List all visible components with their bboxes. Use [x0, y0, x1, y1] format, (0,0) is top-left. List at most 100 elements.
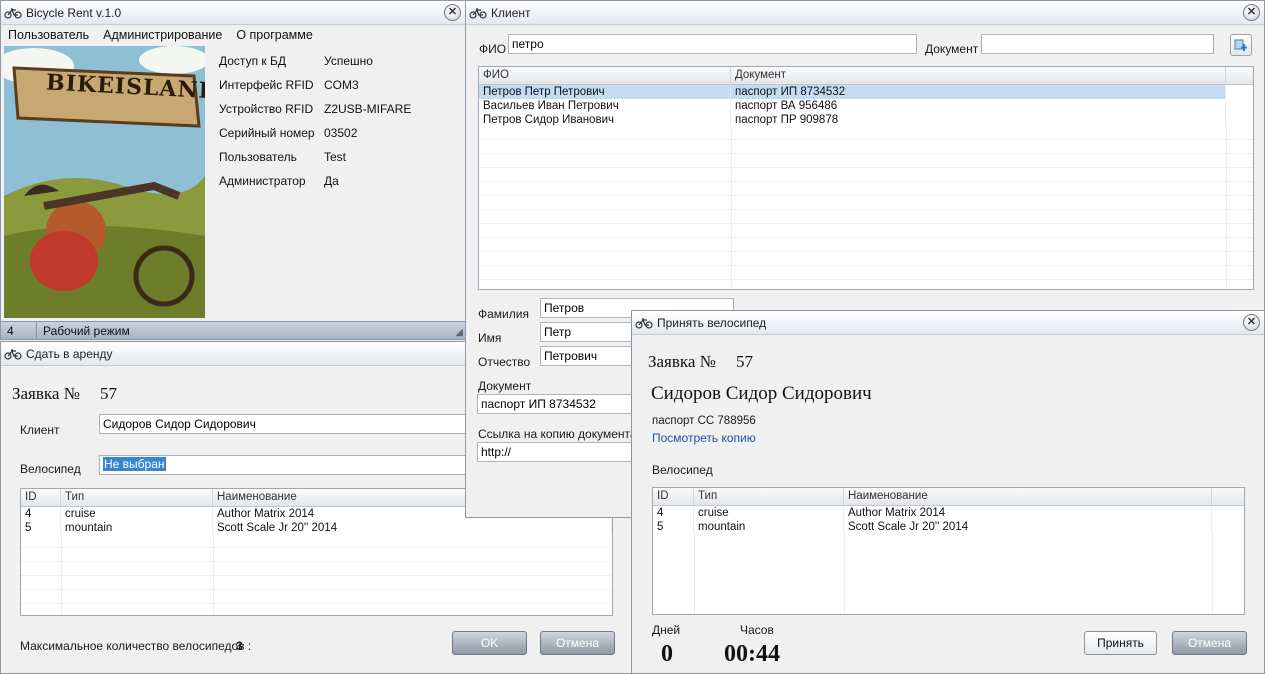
- info-user-value: Test: [324, 150, 347, 164]
- info-serial-label: Серийный номер: [219, 126, 315, 140]
- accept-button[interactable]: Принять: [1084, 631, 1157, 655]
- client-doc-search-input[interactable]: [981, 34, 1214, 54]
- col-id[interactable]: ID: [21, 489, 61, 506]
- col-name[interactable]: Наименование: [844, 488, 1212, 505]
- accept-order-number: 57: [736, 352, 753, 371]
- cell-id: 4: [653, 506, 694, 520]
- rent-order-number: 57: [100, 384, 117, 403]
- rent-bike-label: Велосипед: [20, 462, 81, 476]
- cell-id: 5: [653, 520, 694, 534]
- client-fio-label: ФИО: [479, 42, 507, 56]
- info-rfid-device-label: Устройство RFID: [219, 102, 314, 116]
- bicycle-icon: [635, 317, 653, 329]
- main-close-button[interactable]: ✕: [444, 4, 461, 21]
- rent-max-value: 3: [236, 639, 243, 653]
- info-rfid-device-value: Z2USB-MIFARE: [324, 102, 412, 116]
- cell-type: mountain: [61, 521, 213, 535]
- rent-ok-button[interactable]: OK: [452, 631, 527, 655]
- accept-close-button[interactable]: ✕: [1243, 314, 1260, 331]
- table-row[interactable]: 5 mountain Scott Scale Jr 20'' 2014: [653, 520, 1244, 534]
- col-type[interactable]: Тип: [61, 489, 213, 506]
- client-surname-label: Фамилия: [478, 307, 529, 321]
- rent-bike-field[interactable]: Не выбран: [99, 455, 479, 475]
- table-row[interactable]: 5 mountain Scott Scale Jr 20'' 2014: [21, 521, 612, 535]
- cell-name: Scott Scale Jr 20'' 2014: [844, 520, 1212, 534]
- rent-max-label: Максимальное количество велосипедов :: [20, 639, 252, 653]
- client-table-header: ФИО Документ: [479, 67, 1253, 85]
- client-doc-label: Документ: [925, 42, 979, 56]
- accept-hours-value: 00:44: [724, 641, 780, 667]
- main-statusbar: 4 Рабочий режим ◢: [1, 321, 465, 339]
- client-copy-label: Ссылка на копию документа: [478, 427, 637, 441]
- cell-document: паспорт ПР 909878: [731, 113, 1226, 127]
- table-row[interactable]: Петров Сидор Иванович паспорт ПР 909878: [479, 113, 1253, 127]
- table-row[interactable]: Васильев Иван Петрович паспорт ВА 956486: [479, 99, 1253, 113]
- status-mode: Рабочий режим: [43, 323, 130, 338]
- cell-type: mountain: [694, 520, 844, 534]
- info-admin-label: Администратор: [219, 174, 306, 188]
- col-fio[interactable]: ФИО: [479, 67, 731, 84]
- rent-client-field[interactable]: [99, 414, 479, 434]
- info-rfid-interface-label: Интерфейс RFID: [219, 78, 314, 92]
- menu-about[interactable]: О программе: [229, 26, 319, 44]
- client-titlebar[interactable]: Клиент ✕: [466, 1, 1264, 25]
- cell-fio: Васильев Иван Петрович: [479, 99, 731, 113]
- rent-cancel-button[interactable]: Отмена: [540, 631, 615, 655]
- add-user-icon: [1234, 39, 1247, 51]
- bikeisland-banner: BIKEISLAND: [4, 46, 205, 318]
- bicycle-icon: [469, 7, 487, 19]
- bicycle-icon: [4, 7, 22, 19]
- rent-client-label: Клиент: [20, 423, 60, 437]
- table-row[interactable]: Петров Петр Петрович паспорт ИП 8734532: [479, 85, 1253, 99]
- main-menubar: Пользователь Администрирование О програм…: [1, 26, 465, 44]
- cell-document: паспорт ВА 956486: [731, 99, 1226, 113]
- col-document[interactable]: Документ: [731, 67, 1226, 84]
- add-client-button[interactable]: [1230, 34, 1252, 56]
- cell-document: паспорт ИП 8734532: [731, 85, 1226, 99]
- table-row[interactable]: 4 cruise Author Matrix 2014: [653, 506, 1244, 520]
- accept-bike-table: ID Тип Наименование 4 cruise Author Matr…: [652, 487, 1245, 615]
- accept-order-label: Заявка №: [648, 352, 716, 371]
- accept-bike-label: Велосипед: [652, 463, 713, 477]
- resize-grip-icon[interactable]: ◢: [455, 327, 463, 338]
- accept-window: Принять велосипед ✕ Заявка № 57 Сидоров …: [631, 310, 1265, 674]
- cell-type: cruise: [694, 506, 844, 520]
- client-patronymic-label: Отчество: [478, 355, 531, 369]
- empty-rows: [21, 534, 612, 615]
- menu-user[interactable]: Пользователь: [1, 26, 96, 44]
- accept-client-name: Сидоров Сидор Сидорович: [651, 383, 872, 404]
- rent-window-title: Сдать в аренду: [26, 346, 113, 361]
- accept-table-header: ID Тип Наименование: [653, 488, 1244, 506]
- col-type[interactable]: Тип: [694, 488, 844, 505]
- status-count: 4: [1, 322, 37, 339]
- client-window-title: Клиент: [491, 5, 531, 20]
- info-rfid-interface-value: COM3: [324, 78, 359, 92]
- info-user-label: Пользователь: [219, 150, 297, 164]
- cell-fio: Петров Петр Петрович: [479, 85, 731, 99]
- menu-admin[interactable]: Администрирование: [96, 26, 229, 44]
- client-table: ФИО Документ Петров Петр Петрович паспор…: [478, 66, 1254, 290]
- col-id[interactable]: ID: [653, 488, 694, 505]
- client-name-label: Имя: [478, 331, 502, 345]
- client-close-button[interactable]: ✕: [1243, 4, 1260, 21]
- main-window: Bicycle Rent v.1.0 ✕ Пользователь Админи…: [0, 0, 466, 340]
- rent-bike-selected: Не выбран: [103, 457, 166, 471]
- cell-name: Scott Scale Jr 20'' 2014: [213, 521, 612, 535]
- empty-rows: [479, 126, 1253, 289]
- cell-id: 5: [21, 521, 61, 535]
- accept-days-label: Дней: [652, 623, 681, 637]
- info-db-label: Доступ к БД: [219, 54, 286, 68]
- info-admin-value: Да: [324, 174, 339, 188]
- main-titlebar[interactable]: Bicycle Rent v.1.0 ✕: [1, 1, 465, 25]
- cell-name: Author Matrix 2014: [844, 506, 1212, 520]
- accept-hours-label: Часов: [740, 623, 774, 637]
- cell-type: cruise: [61, 507, 213, 521]
- view-copy-link[interactable]: Посмотреть копию: [652, 431, 756, 445]
- accept-cancel-button[interactable]: Отмена: [1172, 631, 1247, 655]
- client-fio-search-input[interactable]: [508, 34, 917, 54]
- main-window-title: Bicycle Rent v.1.0: [26, 5, 122, 20]
- cell-fio: Петров Сидор Иванович: [479, 113, 731, 127]
- accept-titlebar[interactable]: Принять велосипед ✕: [632, 311, 1264, 335]
- rent-order-label: Заявка №: [12, 384, 80, 403]
- accept-days-value: 0: [661, 641, 673, 667]
